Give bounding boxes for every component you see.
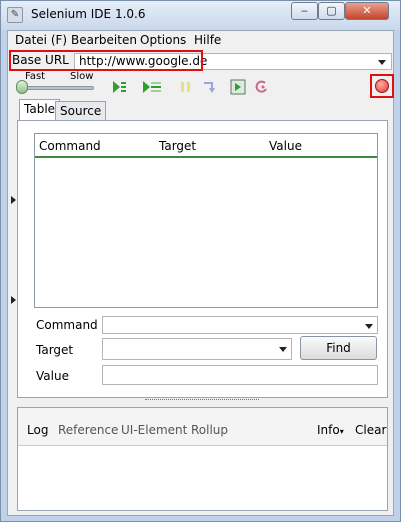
column-value[interactable]: Value [269, 139, 302, 153]
info-label: Info [317, 423, 340, 437]
log-tab-log[interactable]: Log [27, 423, 48, 437]
info-button[interactable]: Info▾ [317, 423, 344, 437]
speed-slider-thumb[interactable] [16, 80, 28, 94]
find-button[interactable]: Find [300, 336, 377, 360]
close-button[interactable]: ✕ [345, 2, 389, 20]
info-dropdown-icon: ▾ [339, 427, 344, 436]
target-input[interactable] [102, 338, 292, 360]
menu-options[interactable]: Options [140, 33, 186, 47]
speed-fast-label: Fast [25, 71, 46, 82]
tab-table[interactable]: Table [19, 99, 61, 121]
speed-slider-track[interactable] [20, 86, 94, 90]
base-url-dropdown-icon[interactable] [378, 60, 386, 65]
step-icon[interactable] [201, 79, 217, 95]
clear-button[interactable]: Clear [355, 423, 386, 437]
pause-icon[interactable] [178, 79, 194, 95]
rollup-icon[interactable] [254, 79, 270, 95]
command-dropdown-icon[interactable] [365, 324, 373, 329]
menu-hilfe[interactable]: Hilfe [194, 33, 221, 47]
maximize-button[interactable]: ▢ [318, 2, 345, 20]
panel-splitter[interactable] [145, 399, 259, 405]
record-icon[interactable] [375, 79, 389, 93]
speed-slow-label: Slow [70, 71, 94, 82]
test-runner-icon[interactable] [230, 79, 246, 95]
minimize-button[interactable]: ‒ [291, 2, 318, 20]
command-table[interactable] [34, 133, 378, 308]
window-title: Selenium IDE 1.0.6 [31, 7, 146, 21]
log-tab-reference[interactable]: Reference [58, 423, 118, 437]
value-input[interactable] [102, 365, 378, 385]
command-input[interactable] [102, 316, 378, 334]
play-current-icon[interactable] [141, 79, 161, 95]
log-tab-rollup[interactable]: Rollup [191, 423, 228, 437]
menu-datei[interactable]: Datei (F) [15, 33, 67, 47]
tab-source[interactable]: Source [55, 101, 107, 120]
collapse-left-icon[interactable] [11, 196, 16, 204]
menu-bearbeiten[interactable]: Bearbeiten [71, 33, 137, 47]
target-label: Target [36, 343, 74, 357]
target-dropdown-icon[interactable] [279, 347, 287, 352]
value-label: Value [36, 369, 69, 383]
play-all-icon[interactable] [111, 79, 127, 95]
base-url-highlight [9, 50, 203, 71]
app-icon: ✎ [7, 7, 23, 23]
column-target[interactable]: Target [159, 139, 196, 153]
collapse-left-icon-lower[interactable] [11, 296, 16, 304]
column-command[interactable]: Command [39, 139, 101, 153]
command-label: Command [36, 318, 98, 332]
log-tab-ui-element[interactable]: UI-Element [121, 423, 187, 437]
